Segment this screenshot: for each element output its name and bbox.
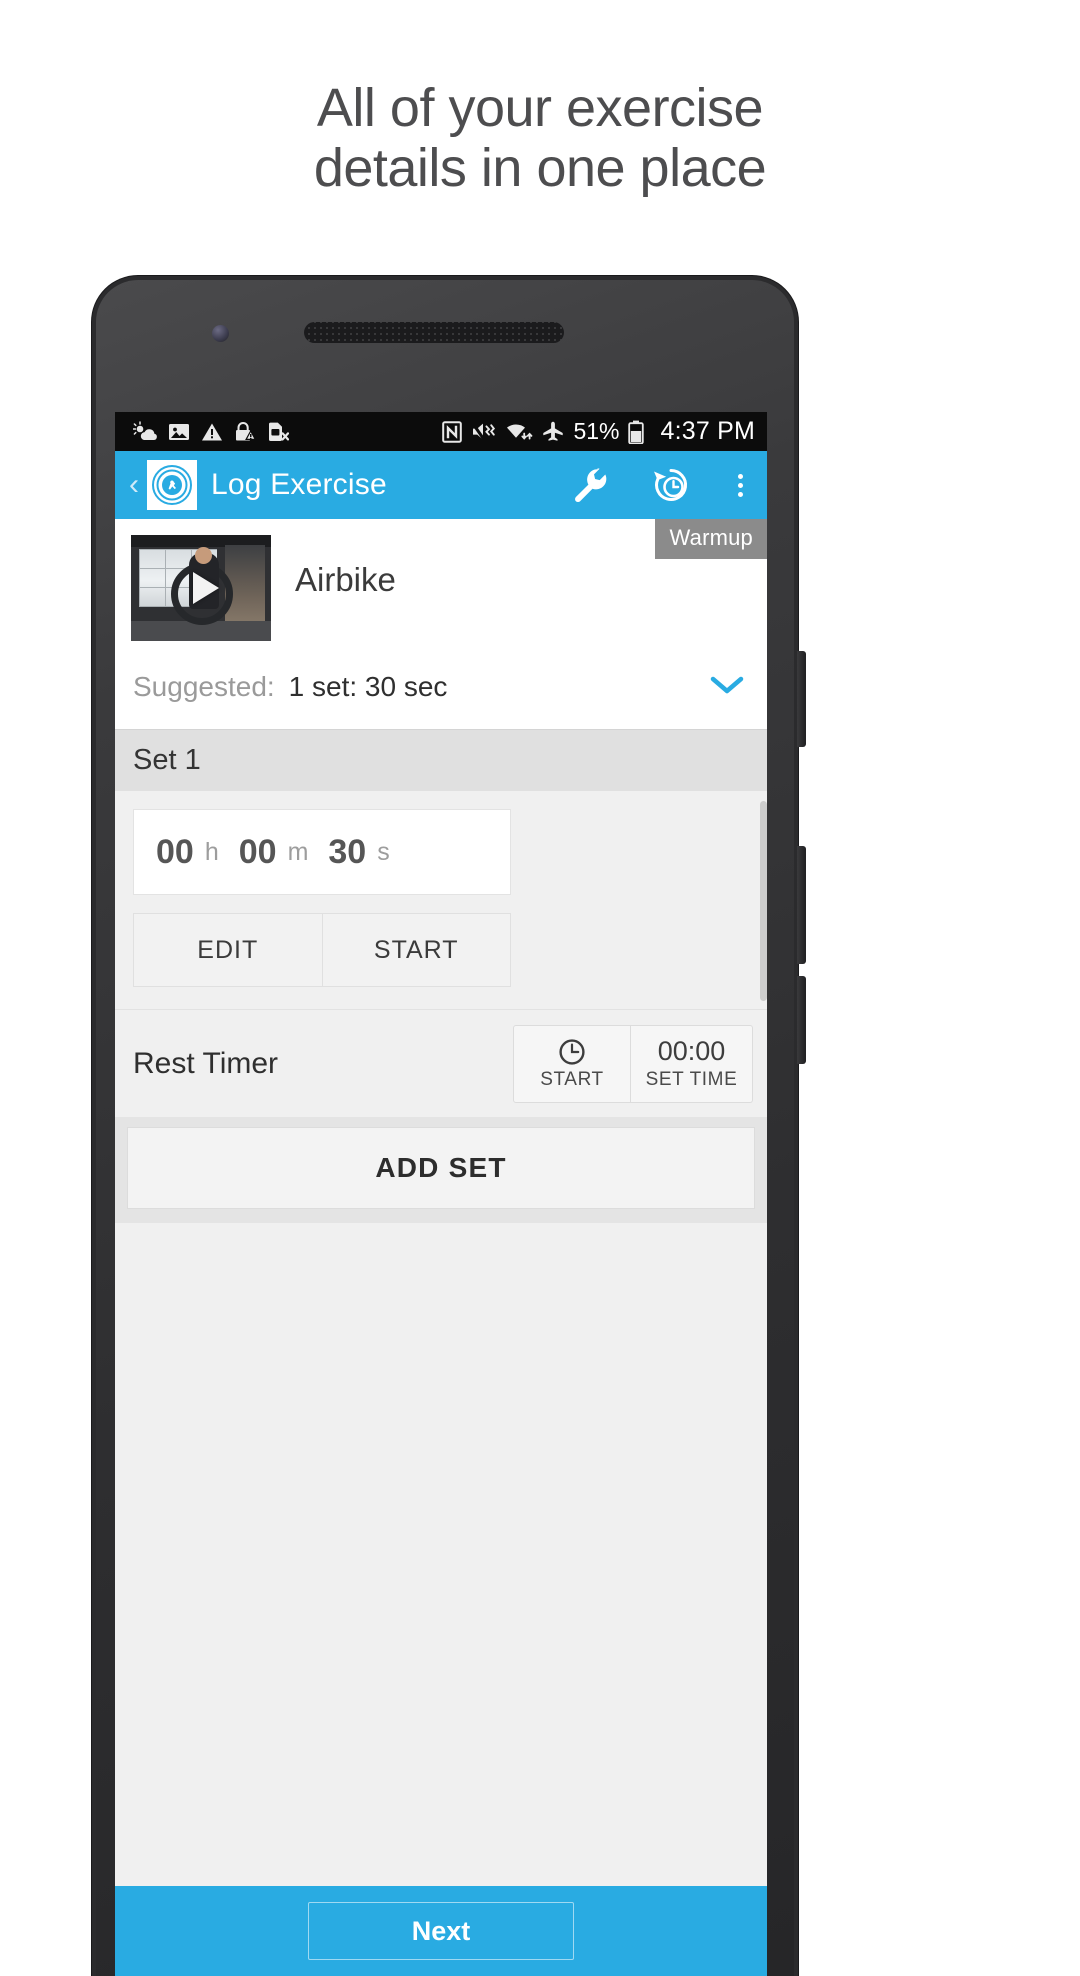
play-icon[interactable] [193, 572, 219, 604]
phone-mockup: 51% 4:37 PM ‹ Log Exercise Warmup Airbik… [92, 276, 806, 1976]
edit-button[interactable]: EDIT [133, 913, 323, 987]
rest-timer-controls: START 00:00 SET TIME [513, 1024, 753, 1103]
timer-seconds-unit: s [377, 837, 390, 866]
rest-timer-start-label: START [540, 1068, 604, 1090]
front-camera-icon [212, 325, 229, 342]
nfc-icon [442, 420, 463, 443]
headline-line-2: details in one place [313, 138, 767, 199]
warning-icon [202, 423, 222, 440]
clock-icon [559, 1038, 585, 1065]
content-filler [115, 1223, 767, 1886]
weather-icon [133, 420, 157, 440]
set-header: Set 1 [115, 729, 767, 791]
sim-card-removed-icon [269, 422, 289, 441]
lock-warning-icon [236, 422, 256, 441]
add-set-container: ADD SET [115, 1117, 767, 1223]
bottom-bar: Next [115, 1886, 767, 1976]
status-bar-right-icons: 51% 4:37 PM [442, 417, 755, 446]
exercise-header-card: Warmup Airbike Suggested: 1 set: 30 sec [115, 519, 767, 729]
status-bar-clock: 4:37 PM [660, 417, 755, 445]
set-button-row: EDIT START [133, 913, 511, 987]
battery-icon [628, 420, 645, 444]
suggested-value: 1 set: 30 sec [288, 671, 448, 702]
timer-minutes: 00 [238, 832, 277, 871]
timer-minutes-unit: m [287, 837, 309, 866]
start-button[interactable]: START [322, 913, 511, 987]
rest-timer-value: 00:00 [657, 1036, 726, 1066]
volume-up-button[interactable] [797, 846, 806, 964]
earpiece-speaker [304, 322, 564, 343]
promo-headline: All of your exercise details in one plac… [0, 78, 1080, 199]
exercise-name: Airbike [295, 561, 396, 598]
battery-percent-label: 51% [573, 418, 620, 444]
app-bar-actions [570, 464, 751, 506]
wrench-icon[interactable] [570, 465, 610, 505]
headline-line-1: All of your exercise [316, 78, 764, 138]
rest-timer-label: Rest Timer [133, 1046, 279, 1080]
volume-down-button[interactable] [797, 976, 806, 1064]
set-duration-field[interactable]: 00 h 00 m 30 s [133, 809, 511, 895]
airplane-mode-icon [543, 421, 564, 441]
rest-timer-row: Rest Timer START 00:00 SET TIME [115, 1009, 767, 1117]
phone-screen: 51% 4:37 PM ‹ Log Exercise Warmup Airbik… [115, 412, 767, 1976]
chevron-down-icon[interactable] [707, 673, 747, 702]
video-thumbnail[interactable] [131, 535, 271, 641]
add-set-button[interactable]: ADD SET [127, 1127, 755, 1209]
app-logo-icon[interactable] [147, 460, 197, 510]
rest-timer-set-time-label: SET TIME [645, 1069, 738, 1090]
history-clock-icon[interactable] [650, 464, 692, 506]
vibrate-mute-icon [471, 422, 496, 441]
status-bar-left-icons [133, 420, 289, 443]
set-panel: 00 h 00 m 30 s EDIT START [133, 809, 511, 987]
timer-seconds: 30 [328, 832, 367, 871]
suggested-label: Suggested: [133, 671, 275, 702]
timer-hours: 00 [156, 832, 194, 871]
status-badge: Warmup [655, 519, 767, 559]
scrollbar[interactable] [760, 801, 767, 1001]
timer-hours-unit: h [204, 837, 219, 866]
wifi-icon [507, 424, 533, 440]
rest-timer-start-button[interactable]: START [513, 1024, 631, 1103]
rest-timer-set-time-button[interactable]: 00:00 SET TIME [631, 1024, 753, 1103]
next-button[interactable]: Next [308, 1902, 574, 1960]
power-button[interactable] [797, 651, 806, 747]
page-title: Log Exercise [211, 468, 387, 501]
status-bar: 51% 4:37 PM [115, 412, 767, 451]
app-bar: ‹ Log Exercise [115, 451, 767, 519]
overflow-menu-icon[interactable] [732, 468, 749, 503]
image-icon [169, 423, 189, 440]
back-chevron-icon[interactable]: ‹ [123, 470, 145, 500]
set-body: 00 h 00 m 30 s EDIT START [115, 791, 767, 1009]
suggested-row[interactable]: Suggested: 1 set: 30 sec [115, 641, 767, 729]
